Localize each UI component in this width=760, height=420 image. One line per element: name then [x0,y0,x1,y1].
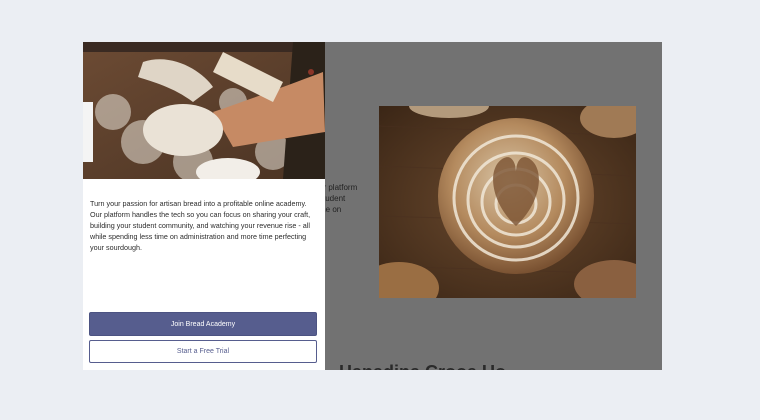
start-free-trial-button[interactable]: Start a Free Trial [89,340,317,363]
background-partial-text: ur platform student me on [319,182,364,215]
background-text-line: student [319,194,346,203]
background-text-line: me on [319,205,342,214]
modal-description: Turn your passion for artisan bread into… [90,199,311,252]
join-bread-academy-button[interactable]: Join Bread Academy [89,312,317,336]
background-text-line: ur platform [319,183,358,192]
signup-modal: Turn your passion for artisan bread into… [83,42,325,370]
sourdough-loaf-photo [379,106,636,298]
background-heading: Hanadina Crooa Uo [339,362,506,370]
browser-viewport: ur platform student me on Turn your pass… [83,42,662,370]
hero-image [83,42,325,179]
